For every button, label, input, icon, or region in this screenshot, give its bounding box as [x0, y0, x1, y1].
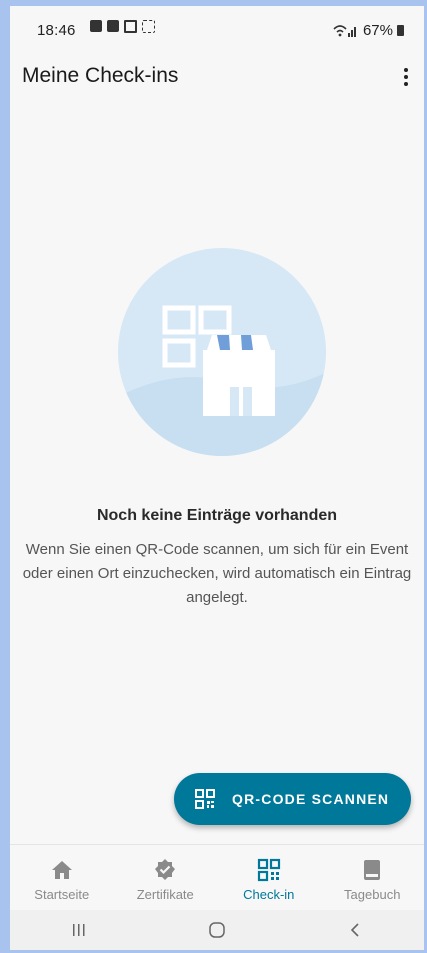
home-button[interactable]	[197, 915, 237, 945]
image-icon	[124, 20, 137, 33]
status-indicators: 67%	[333, 22, 404, 39]
book-icon	[364, 860, 381, 880]
nav-label: Zertifikate	[136, 887, 194, 902]
qr-code-icon	[195, 789, 215, 809]
nav-label: Check-in	[243, 887, 295, 902]
nav-item-startseite[interactable]: Startseite	[10, 845, 114, 911]
nav-item-check-in[interactable]: Check-in	[217, 845, 321, 911]
battery-percent: 67%	[362, 22, 393, 39]
system-navigation-bar	[10, 910, 424, 950]
scan-qr-code-button[interactable]: QR-CODE SCANNEN	[174, 773, 411, 825]
message-icon	[90, 20, 102, 32]
app-bar: Meine Check-ins	[10, 56, 424, 104]
bottom-navigation: Startseite Zertifikate Check-in Tagebuch	[10, 844, 424, 911]
qr-code-icon	[257, 858, 280, 882]
battery-icon	[397, 25, 404, 36]
back-chevron-icon	[350, 923, 359, 937]
recent-apps-button[interactable]	[59, 915, 99, 945]
empty-state-description: Wenn Sie einen QR-Code scannen, um sich …	[22, 541, 412, 606]
page-title: Meine Check-ins	[22, 64, 179, 87]
notification-icons	[90, 20, 155, 33]
qr-code-icon	[142, 20, 155, 33]
nav-label: Tagebuch	[344, 887, 401, 902]
recent-apps-icon	[73, 924, 85, 936]
scan-qr-code-label: QR-CODE SCANNEN	[232, 791, 390, 807]
home-icon	[51, 861, 72, 879]
nav-item-tagebuch[interactable]: Tagebuch	[321, 845, 425, 911]
empty-state-title: Noch keine Einträge vorhanden	[96, 507, 338, 524]
store-qr-illustration	[118, 248, 326, 456]
phone-screen: 18:46 67% Meine Check-ins Noch keine Ein…	[10, 6, 424, 950]
nav-item-zertifikate[interactable]: Zertifikate	[114, 845, 218, 911]
message-icon	[107, 20, 119, 32]
status-bar: 18:46 67%	[10, 6, 424, 52]
nav-label: Startseite	[34, 887, 90, 902]
back-button[interactable]	[335, 915, 375, 945]
certificate-icon	[155, 859, 176, 880]
status-time: 18:46	[37, 22, 76, 39]
more-vert-icon[interactable]	[398, 66, 414, 90]
home-circle-icon	[209, 922, 225, 938]
wifi-signal-icon	[333, 24, 356, 37]
